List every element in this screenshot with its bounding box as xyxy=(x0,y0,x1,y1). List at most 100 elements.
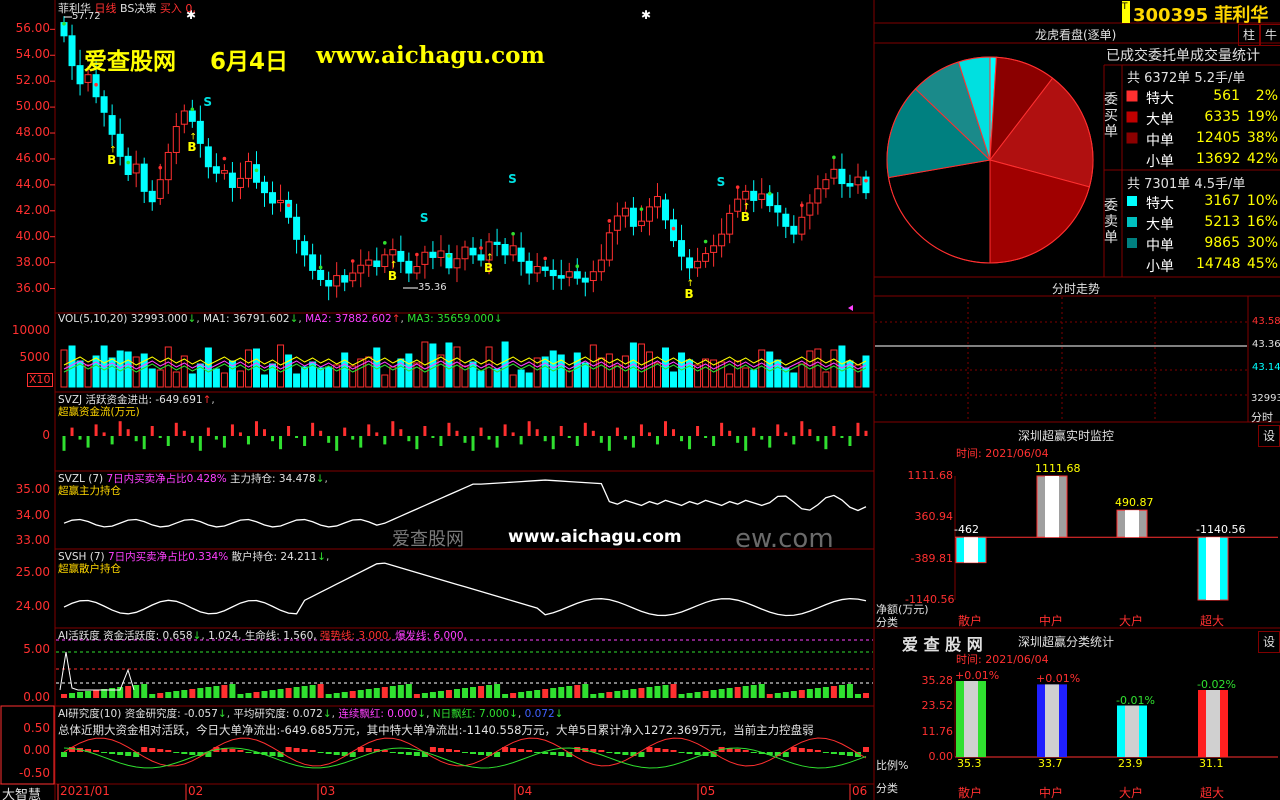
svzj-bar xyxy=(70,427,74,436)
candle-body xyxy=(381,254,389,268)
buy-signal: B xyxy=(484,260,494,275)
buy-signal: B xyxy=(107,153,117,168)
res-bar xyxy=(694,752,701,755)
res-bar xyxy=(165,750,172,752)
svzj-bar xyxy=(672,429,676,436)
res-tick-zero: 0.00 xyxy=(23,743,50,757)
ai-bar xyxy=(421,693,428,698)
ai-bar xyxy=(237,694,244,698)
ai-research-avg: 平均研究度: 0.072 xyxy=(233,708,323,720)
candle-body xyxy=(461,246,469,260)
vol-bar xyxy=(108,357,116,388)
vol-bar xyxy=(325,366,333,388)
res-bar xyxy=(750,752,757,753)
svzj-bar xyxy=(760,436,764,440)
sell-signal: S xyxy=(508,172,517,186)
buy-row-count: 561 xyxy=(1213,88,1240,104)
vol-bar xyxy=(758,349,766,388)
stat-settings-button[interactable]: 设 xyxy=(1258,631,1280,653)
vol-bar xyxy=(477,370,485,388)
res-bar xyxy=(814,750,821,752)
res-bar xyxy=(862,747,869,752)
star-mark: ✱ xyxy=(641,8,651,22)
vol-bar xyxy=(830,349,838,388)
y-tick-52.00: 52.00 xyxy=(15,73,50,88)
buy-row-swatch xyxy=(1126,111,1138,123)
pie-slice xyxy=(887,159,991,264)
signal-dot xyxy=(671,226,676,231)
ai-active-fund: 资金活跃度: 0.658 xyxy=(103,630,193,642)
done-title: 已成交委托单成交量统计 xyxy=(1106,48,1260,64)
signal-dot xyxy=(832,155,836,160)
ai-bar xyxy=(373,688,380,698)
ai-bar xyxy=(494,684,501,698)
vol-bar xyxy=(790,372,798,388)
vol-label: VOL(5,10,20) xyxy=(58,313,128,325)
buy-row-swatch xyxy=(1126,153,1138,165)
stat-bar-shine xyxy=(964,681,978,757)
y-tick-50.00: 50.00 xyxy=(15,99,50,114)
ai-bar xyxy=(766,694,773,698)
monitor-cat: 分类 xyxy=(876,616,898,629)
x-tick-3: 04 xyxy=(517,784,533,798)
buy-signal: B xyxy=(740,210,750,225)
res-bar xyxy=(149,748,156,752)
buy-row-label: 大单 xyxy=(1146,112,1174,128)
res-bar xyxy=(413,752,420,756)
res-bar xyxy=(742,750,749,752)
ai-bar xyxy=(654,686,661,698)
res-bar xyxy=(237,750,244,752)
buy-row-pct: 38% xyxy=(1246,130,1278,146)
candle-body xyxy=(750,190,758,201)
tab-bar-button[interactable]: 柱 xyxy=(1238,24,1260,46)
candle-body xyxy=(261,181,269,194)
candle-body xyxy=(742,190,750,200)
res-bar xyxy=(614,752,621,754)
svzj-bar xyxy=(559,426,563,436)
ai-bar xyxy=(293,687,300,698)
svzj-bar xyxy=(214,436,218,440)
candle-body xyxy=(838,168,846,185)
candle-body xyxy=(116,133,124,157)
signal-dot xyxy=(350,259,355,263)
res-bar xyxy=(293,748,300,752)
ai-bar xyxy=(149,694,156,698)
tab-cow-button[interactable]: 牛 xyxy=(1260,24,1280,46)
candle-body xyxy=(389,249,397,256)
monitor-y-tick: -1140.56 xyxy=(905,593,955,606)
svzj-bar xyxy=(607,436,611,451)
svzj-bar xyxy=(279,436,283,450)
vol-bar xyxy=(277,344,285,388)
candle-body xyxy=(645,206,653,222)
ai-bar xyxy=(726,688,733,698)
monitor-time: 时间: 2021/06/04 xyxy=(956,447,1049,460)
vol-bar xyxy=(653,362,661,388)
svzj-bar xyxy=(688,436,692,450)
vol-tick-10000: 10000 xyxy=(11,323,50,337)
monitor-bar-value: -462 xyxy=(954,523,979,537)
svzj-bar xyxy=(455,430,459,436)
monitor-settings-button[interactable]: 设 xyxy=(1258,425,1280,447)
res-bar xyxy=(117,752,124,755)
vol-bar xyxy=(116,350,124,388)
candle-body xyxy=(822,179,830,190)
vol-bar xyxy=(261,374,269,388)
svsh-hold: 散户持仓: 24.211 xyxy=(231,551,318,563)
app-corner-logo: 大智慧 xyxy=(2,788,42,800)
ai-bar xyxy=(694,692,701,698)
signal-dot xyxy=(543,256,547,261)
y-tick-54.00: 54.00 xyxy=(15,47,50,62)
candle-body xyxy=(180,110,188,125)
candle-body xyxy=(509,245,517,256)
ai-bar xyxy=(397,685,404,698)
ai-research-summary: 总体近期大资金相对活跃，今日大单净流出:-649.685万元，其中特大单净流出:… xyxy=(58,723,814,737)
svzj-bar xyxy=(495,436,499,448)
res-bar xyxy=(93,750,100,752)
ai-bar xyxy=(662,685,669,698)
svsh-sub: 超赢散户持仓 xyxy=(58,563,121,575)
candle-body xyxy=(782,213,790,227)
ai-bar xyxy=(678,694,685,698)
sell-row-count: 3167 xyxy=(1204,193,1240,209)
candle-body xyxy=(501,243,509,256)
strategy-label[interactable]: BS决策 xyxy=(120,2,156,15)
